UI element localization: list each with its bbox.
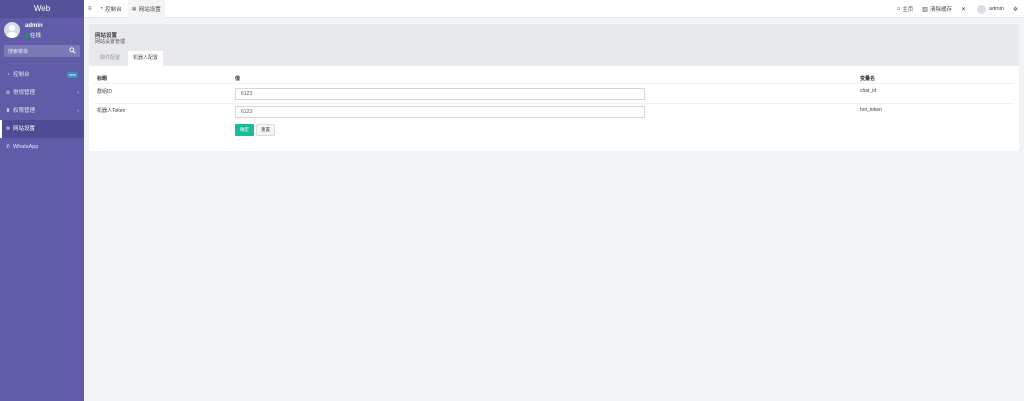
nav-right: ⌂ 主页 ▥ 清除缓存 ✕ admin ✲ [888,0,1020,18]
gear-icon: ⚙ [5,90,11,96]
sidebar-item-label: 网站设置 [13,126,36,132]
sidebar-item-permissions[interactable]: ♜ 权限管理 ‹ [0,102,84,120]
divider [94,103,1014,104]
user-panel: admin 在线 [0,18,84,44]
menu-search-placeholder: 搜索菜单 [8,49,29,55]
nav-tab-label: 控制台 [105,7,122,13]
chat-id-input[interactable]: 6123 [235,88,645,100]
nav-tab-site-settings[interactable]: ✲ 网站设置 [127,0,165,18]
row-varname: bot_token [860,107,882,113]
new-badge: new [66,72,78,78]
dashboard-icon: ◔ [6,72,10,78]
menu-icon: ≡ [88,6,92,12]
user-name: admin [25,23,43,29]
column-header-value: 值 [235,76,241,82]
clear-cache-button[interactable]: ▥ 清除缓存 [922,0,952,18]
trash-icon: ▥ [922,6,928,13]
row-title: 群组ID [97,89,113,95]
user-status-text: 在线 [30,33,42,39]
user-status: 在线 [25,31,41,39]
whatsapp-icon: ✆ [5,144,11,150]
avatar [4,22,20,38]
home-button[interactable]: ⌂ 主页 [897,0,914,18]
group-icon: ♜ [5,108,11,114]
home-label: 主页 [902,7,914,13]
sidebar-menu: ◔ 控制台 new ⚙ 常规管理 ‹ ♜ 权限管理 ‹ ✲ 网站设置 ✆ WhatsApp [0,66,84,156]
user-menu-label: admin [988,6,1004,12]
cogs-icon: ✲ [1012,6,1018,13]
page-header: 网站设置 网站设置管理 邮件配置 机器人配置 [89,24,1019,66]
nav-tab-dashboard[interactable]: ◔ 控制台 [100,0,122,18]
page-subtitle: 网站设置管理 [95,39,126,45]
submit-button[interactable]: 确定 [235,124,254,136]
sidebar-toggle-button[interactable]: ≡ [88,0,94,18]
sidebar-item-label: 控制台 [13,72,30,78]
sidebar-item-label: 常规管理 [13,90,36,96]
fullscreen-button[interactable]: ✕ [961,0,968,18]
search-icon[interactable] [69,47,76,54]
bot-token-input[interactable]: 6123 [235,106,645,118]
tab-email-config[interactable]: 邮件配置 [95,51,125,66]
row-title: 机器人Token [97,108,126,114]
clear-cache-label: 清除缓存 [929,7,952,13]
sidebar-item-label: 权限管理 [13,108,36,114]
sidebar-item-label: WhatsApp [13,144,39,150]
nav-tab-label: 网站设置 [138,7,161,13]
menu-search-input[interactable]: 搜索菜单 [4,45,80,57]
nav-left: ≡ ◔ 控制台 ✲ 网站设置 [88,0,171,18]
divider [94,83,1014,84]
home-icon: ⌂ [896,6,901,12]
column-header-varname: 变量名 [860,76,876,82]
sidebar-item-site-settings[interactable]: ✲ 网站设置 [0,120,84,138]
sidebar-item-general[interactable]: ⚙ 常规管理 ‹ [0,84,84,102]
tab-bot-config[interactable]: 机器人配置 [128,51,164,66]
dashboard-icon: ◔ [99,6,104,12]
avatar [976,4,986,14]
row-varname: chat_id [860,88,877,94]
sidebar-item-dashboard[interactable]: ◔ 控制台 new [0,66,84,84]
reset-button[interactable]: 重置 [256,124,275,136]
chevron-left-icon: ‹ [77,108,79,114]
settings-button[interactable]: ✲ [1013,0,1020,18]
user-menu[interactable]: admin [976,0,1004,18]
top-navbar: ≡ ◔ 控制台 ✲ 网站设置 ⌂ 主页 ▥ 清除缓存 ✕ admin ✲ [84,0,1024,18]
online-dot-icon [25,33,29,38]
cogs-icon: ✲ [5,126,11,132]
cogs-icon: ✲ [131,6,137,13]
settings-form: 标题 值 变量名 群组ID 6123 chat_id 机器人Token 6123… [89,66,1019,151]
brand-logo[interactable]: Web [0,0,84,18]
sidebar-item-whatsapp[interactable]: ✆ WhatsApp [0,138,84,156]
fullscreen-icon: ✕ [960,6,966,13]
chevron-left-icon: ‹ [77,90,79,96]
column-header-title: 标题 [97,76,108,82]
sidebar: Web admin 在线 搜索菜单 ◔ 控制台 new ⚙ 常规管理 ‹ ♜ 权限管理… [0,0,84,401]
